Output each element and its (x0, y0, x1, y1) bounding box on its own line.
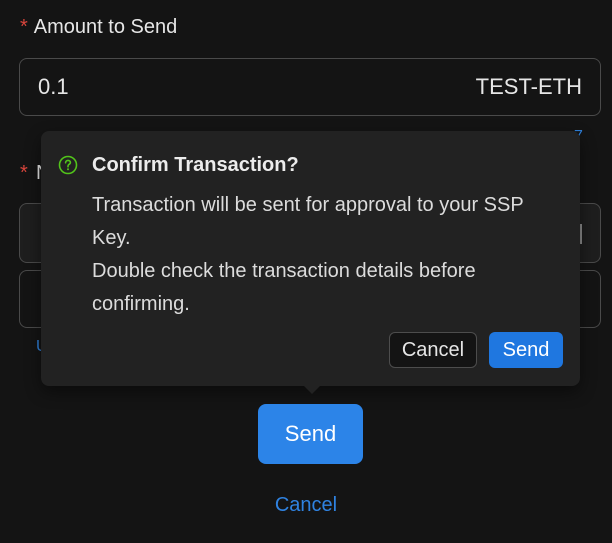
amount-value[interactable]: 0.1 (38, 74, 69, 100)
popover-send-button[interactable]: Send (489, 332, 563, 368)
amount-input[interactable]: 0.1 TEST-ETH (19, 58, 601, 116)
confirm-popover: Confirm Transaction? Transaction will be… (41, 131, 580, 386)
popover-cancel-button[interactable]: Cancel (389, 332, 477, 368)
question-circle-icon (58, 155, 78, 175)
amount-label-text: Amount to Send (33, 16, 178, 38)
cancel-link[interactable]: Cancel (0, 494, 612, 517)
popover-arrow (302, 384, 322, 394)
send-button[interactable]: Send (258, 404, 363, 464)
amount-label: * Amount to Send (20, 16, 177, 39)
popover-description: Transaction will be sent for approval to… (92, 189, 562, 321)
popover-description-line-1: Transaction will be sent for approval to… (92, 194, 524, 249)
required-asterisk: * (20, 16, 28, 38)
required-asterisk-2: * (20, 162, 28, 184)
popover-description-line-2: Double check the transaction details bef… (92, 260, 476, 315)
amount-currency-suffix: TEST-ETH (475, 74, 582, 99)
popover-title: Confirm Transaction? (92, 154, 299, 176)
obscured-input-divider (580, 224, 582, 244)
